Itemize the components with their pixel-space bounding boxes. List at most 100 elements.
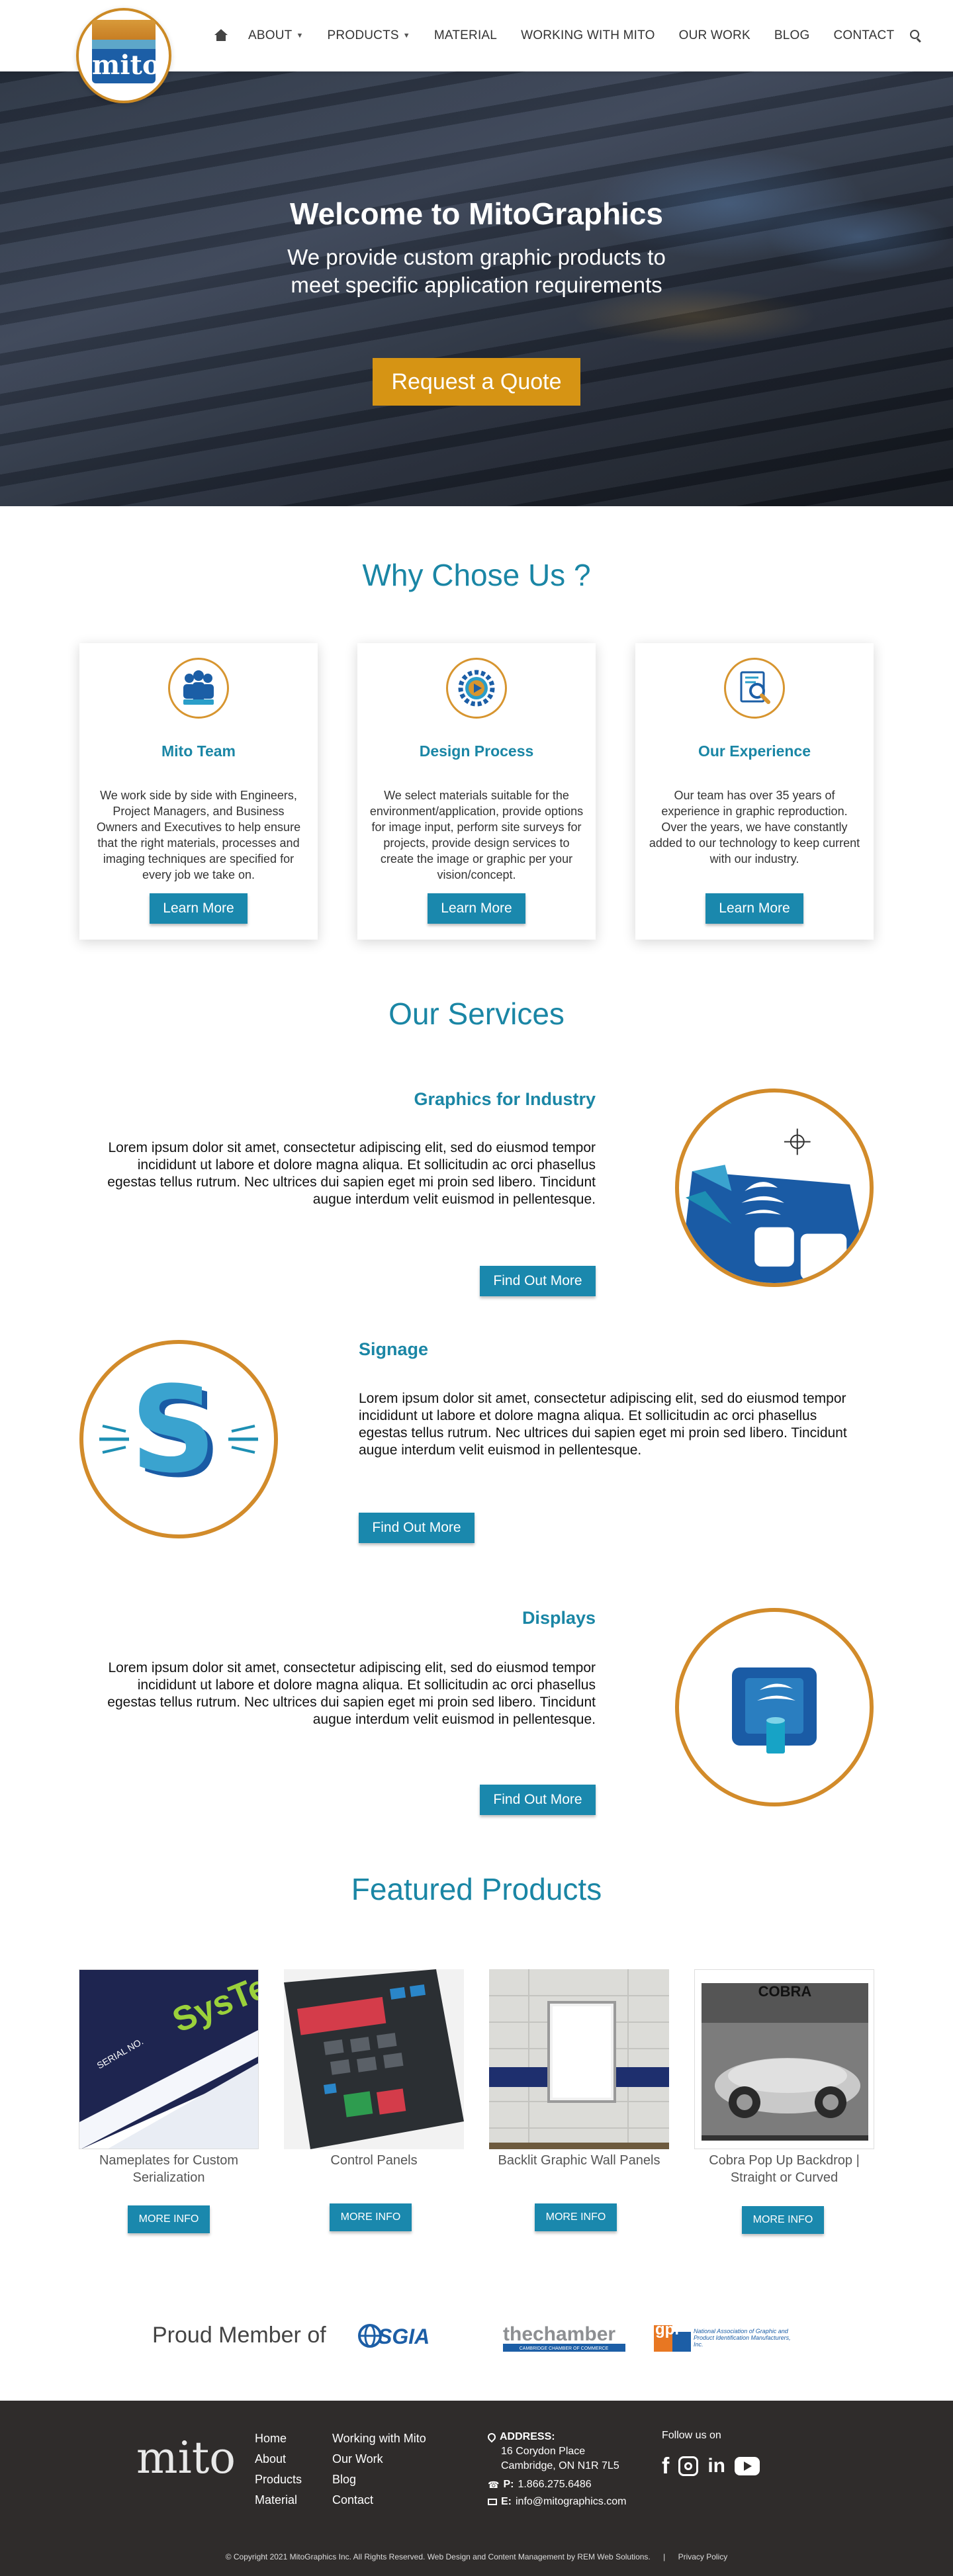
privacy-policy-link[interactable]: Privacy Policy [678,2552,728,2561]
phone-label: P: [503,2479,514,2490]
youtube-icon[interactable] [735,2457,760,2475]
more-info-button[interactable]: MORE INFO [330,2203,412,2231]
product-name: Nameplates for Custom Serialization [99,2153,239,2185]
card-text: We select materials suitable for the env… [369,789,584,881]
featured-products-title: Featured Products [351,1872,602,1906]
nav-item-blog[interactable]: BLOG [762,28,822,43]
product-card-backlit-panels[interactable]: Backlit Graphic Wall Panels [489,1969,669,2169]
card-title: Our Experience [698,742,811,760]
nav-item-working-with-mito[interactable]: WORKING WITH MITO [509,28,667,43]
footer-link-working-with-mito[interactable]: Working with Mito [332,2428,426,2449]
gpi-logo-text: gpi [655,2321,679,2338]
chevron-down-icon: ▼ [402,32,410,40]
linkedin-icon[interactable]: in [707,2456,725,2476]
product-image-nameplates: SysTe SERIAL NO. [79,1969,259,2149]
product-image-text: COBRA [758,1983,812,2000]
service-text-industry: Lorem ipsum dolor sit amet, consectetur … [107,1140,596,1207]
home-icon[interactable] [214,29,228,42]
email-label: E: [501,2496,512,2507]
logo-mark: mito [92,20,160,91]
email-icon [488,2499,497,2505]
email-address[interactable]: info@mitographics.com [516,2495,626,2509]
footer-divider: | [663,2552,666,2561]
product-name: Backlit Graphic Wall Panels [498,2153,660,2168]
service-text-displays: Lorem ipsum dolor sit amet, consectetur … [107,1660,596,1727]
phone-number[interactable]: 1.866.275.6486 [518,2477,591,2492]
display-stand-icon [675,1608,874,1806]
learn-more-button[interactable]: Learn More [705,893,803,924]
proud-member-label: Proud Member of [152,2323,326,2348]
learn-more-button[interactable]: Learn More [150,893,248,924]
address-line1: 16 Corydon Place [501,2446,586,2457]
instagram-icon[interactable] [678,2456,699,2476]
card-text: Our team has over 35 years of experience… [649,789,860,866]
main-menu: ABOUT ▼ PRODUCTS ▼ MATERIAL WORKING WITH M… [208,0,922,71]
the-chamber-logo[interactable]: thechamber CAMBRIDGE CHAMBER OF COMMERCE [503,2323,625,2356]
product-card-cobra-backdrop[interactable]: COBRA Cobra Pop Up Backdrop | Straight o… [694,1969,874,2186]
footer-link-home[interactable]: Home [255,2428,302,2449]
nav-item-products[interactable]: PRODUCTS ▼ [316,28,422,43]
more-info-button[interactable]: MORE INFO [128,2205,210,2233]
service-title-displays: Displays [522,1608,596,1628]
more-info-button[interactable]: MORE INFO [742,2206,824,2234]
design-process-icon [446,658,507,719]
location-pin-icon [486,2431,498,2443]
learn-more-button[interactable]: Learn More [428,893,525,924]
nav-item-material[interactable]: MATERIAL [422,28,509,43]
logo-mid-band [92,40,156,49]
nav-item-about[interactable]: ABOUT ▼ [236,28,316,43]
product-card-control-panels[interactable]: Control Panels [284,1969,464,2169]
footer-link-blog[interactable]: Blog [332,2469,426,2490]
footer-links-col2: Working with Mito Our Work Blog Contact [332,2428,426,2510]
card-title: Mito Team [161,742,236,760]
footer-link-material[interactable]: Material [255,2490,302,2510]
find-out-more-button[interactable]: Find Out More [480,1266,596,1296]
find-out-more-button[interactable]: Find Out More [480,1785,596,1815]
nav-item-our-work[interactable]: OUR WORK [667,28,762,43]
why-title: Why Chose Us ? [362,558,591,592]
footer-link-contact[interactable]: Contact [332,2490,426,2510]
product-name: Cobra Pop Up Backdrop | Straight or Curv… [709,2153,860,2185]
chamber-logo-text: thechamber [503,2323,615,2345]
more-info-button[interactable]: MORE INFO [535,2203,617,2231]
product-card-nameplates[interactable]: SysTe SERIAL NO. Nameplates for Custom S… [79,1969,259,2186]
team-icon [168,658,229,719]
card-title: Design Process [419,742,534,760]
copyright-text: © Copyright 2021 MitoGraphics Inc. All R… [225,2552,651,2561]
gpi-logo[interactable]: gpi National Association of Graphic and … [654,2316,799,2354]
search-icon[interactable] [910,30,922,42]
sgia-logo-text: SGIA [378,2325,430,2348]
footer-bottom-bar: © Copyright 2021 MitoGraphics Inc. All R… [0,2552,953,2561]
nav-label: ABOUT [248,28,293,42]
follow-us-label: Follow us on [662,2430,721,2441]
service-text-signage: Lorem ipsum dolor sit amet, consectetur … [359,1391,847,1458]
site-logo[interactable]: mito [76,8,171,103]
product-image-backlit-panels [489,1969,669,2149]
social-links: f in [662,2455,760,2477]
product-name: Control Panels [330,2153,418,2168]
chamber-logo-sub: CAMBRIDGE CHAMBER OF COMMERCE [520,2346,609,2351]
address-line2: Cambridge, ON N1R 7L5 [501,2460,619,2471]
hero-title: Welcome to MitoGraphics [289,197,664,231]
product-image-cobra-backdrop: COBRA [694,1969,874,2149]
find-out-more-button[interactable]: Find Out More [359,1513,475,1543]
logo-word: mito [92,49,160,83]
gpi-logo-sub: National Association of Graphic and Prod… [694,2328,791,2348]
service-title-industry: Graphics for Industry [414,1089,596,1109]
signage-s-icon: S S [79,1340,278,1538]
footer-link-products[interactable]: Products [255,2469,302,2490]
nav-item-contact[interactable]: CONTACT [821,28,906,43]
request-quote-button[interactable]: Request a Quote [373,358,580,406]
footer-link-our-work[interactable]: Our Work [332,2449,426,2469]
nav-label: PRODUCTS [327,28,399,42]
footer-links-col1: Home About Products Material [255,2428,302,2510]
svg-text:S: S [130,1361,216,1499]
footer-address-block: ADDRESS: 16 Corydon Place Cambridge, ON … [486,2430,626,2509]
services-title: Our Services [388,997,565,1031]
sgia-logo[interactable]: SGIA [354,2321,453,2354]
footer-link-about[interactable]: About [255,2449,302,2469]
why-card-design: Design Process We select materials suita… [357,643,596,940]
facebook-icon[interactable]: f [662,2455,669,2477]
experience-icon [724,658,785,719]
footer-logo[interactable]: mito [136,2432,236,2483]
